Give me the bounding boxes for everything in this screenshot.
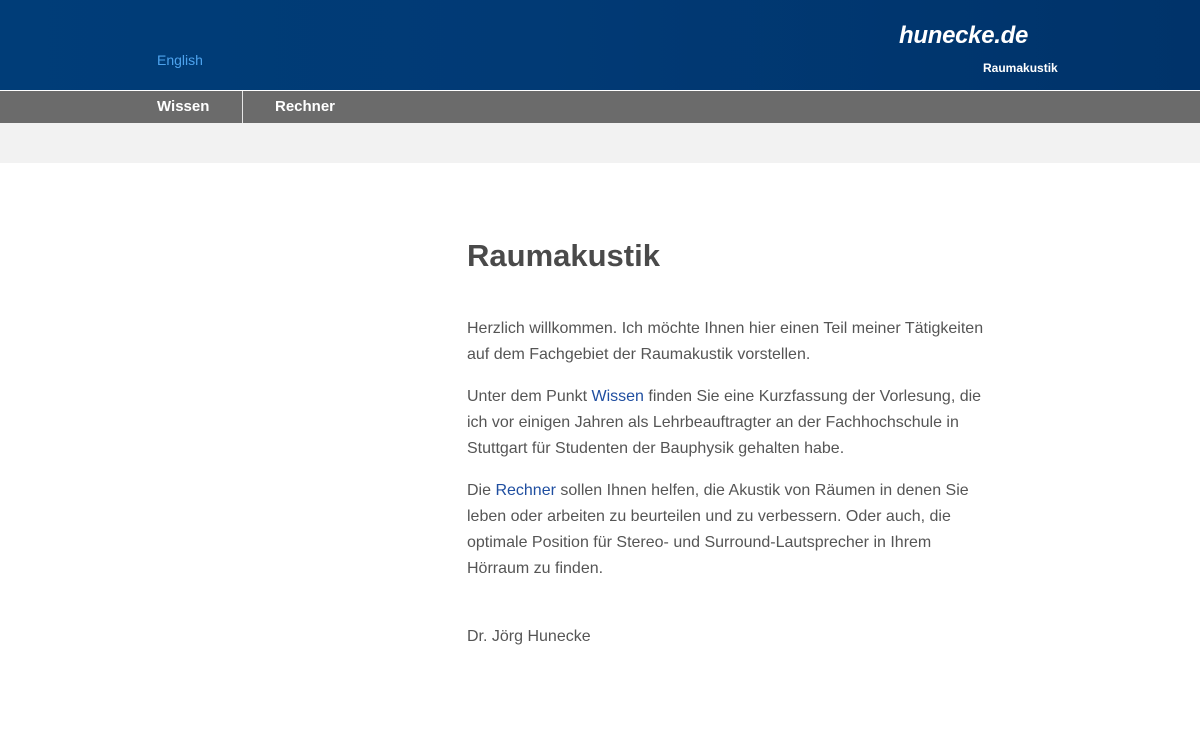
intro-paragraph: Herzlich willkommen. Ich möchte Ihnen hi… (467, 320, 984, 363)
wissen-paragraph-text-start: Unter dem Punkt (467, 388, 592, 405)
rechner-paragraph-text-start: Die (467, 482, 496, 499)
wissen-link[interactable]: Wissen (592, 388, 644, 405)
site-logo-subtitle: Raumakustik (983, 61, 1058, 75)
wissen-paragraph: Unter dem Punkt Wissen finden Sie eine K… (467, 384, 997, 462)
sub-bar (0, 123, 1200, 163)
main-content: Raumakustik Herzlich willkommen. Ich möc… (467, 236, 997, 666)
main-nav: Wissen Rechner (0, 91, 1200, 123)
rechner-paragraph: Die Rechner sollen Ihnen helfen, die Aku… (467, 478, 997, 582)
site-header: English hunecke.de Raumakustik (0, 0, 1200, 90)
page-title: Raumakustik (467, 238, 660, 273)
rechner-link[interactable]: Rechner (495, 482, 555, 499)
signature: Dr. Jörg Hunecke (467, 628, 591, 645)
nav-item-rechner[interactable]: Rechner (275, 91, 335, 123)
language-link-english[interactable]: English (157, 52, 203, 68)
site-logo[interactable]: hunecke.de (899, 22, 1028, 50)
nav-item-wissen[interactable]: Wissen (157, 91, 209, 123)
nav-divider (242, 91, 243, 123)
